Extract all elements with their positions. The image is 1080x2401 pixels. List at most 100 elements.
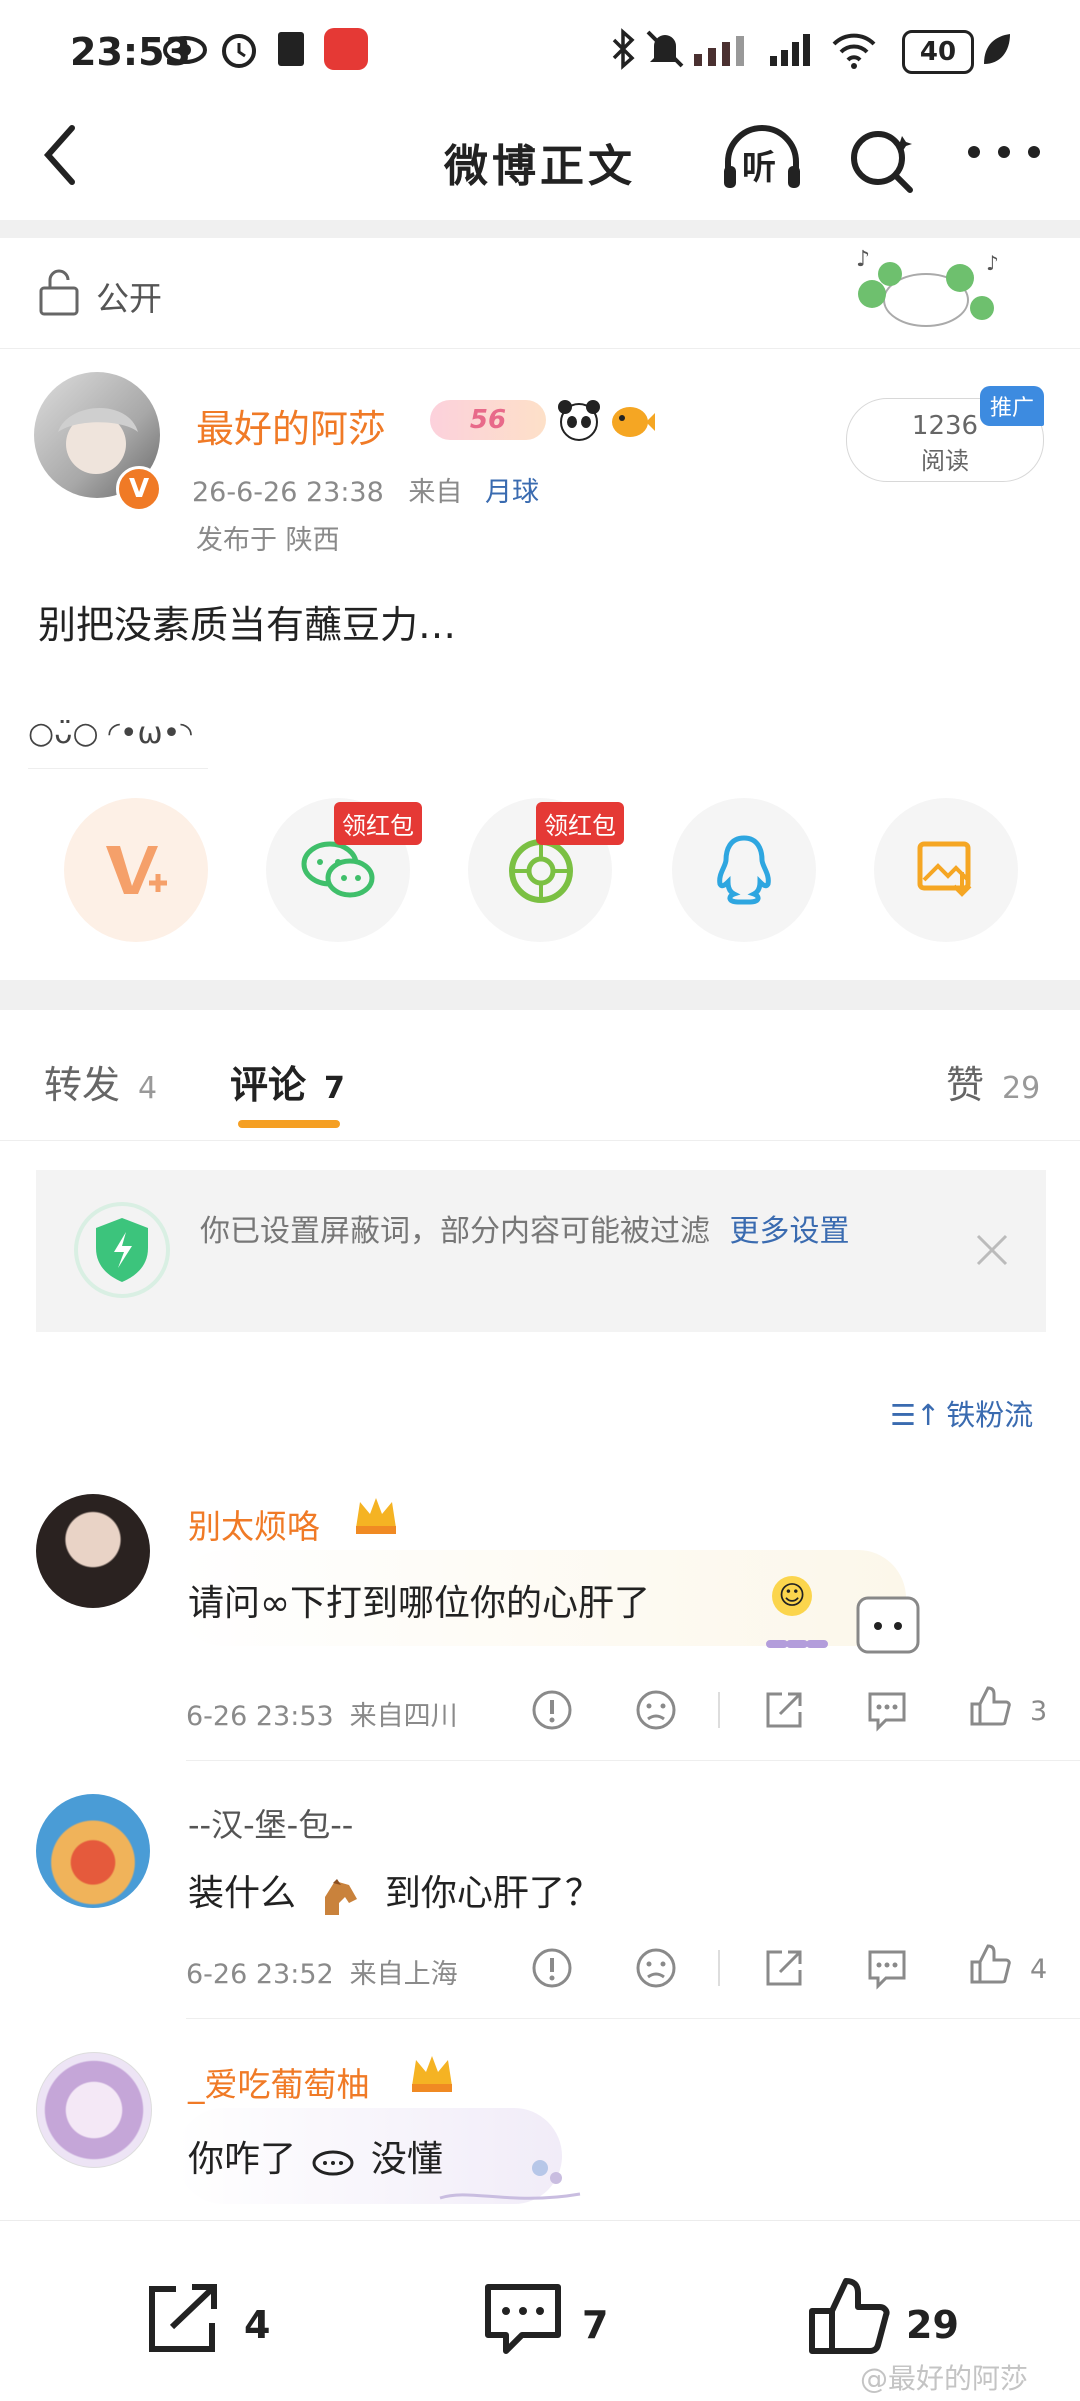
divider	[718, 1692, 720, 1728]
moments-icon	[509, 839, 573, 903]
like-icon[interactable]	[966, 1684, 1012, 1730]
tab-like-label: 赞	[946, 1063, 985, 1107]
notice-text: 你已设置屏蔽词，部分内容可能被过滤	[200, 1214, 710, 1249]
share-icon[interactable]	[762, 1688, 806, 1732]
commenter-avatar[interactable]	[36, 1794, 150, 1908]
comment-tabs: 转发 4 评论 7 赞 29	[0, 1010, 1080, 1141]
kaomoji-text: ○ᴗ̈○ ◜•ω•◝	[28, 716, 192, 751]
visibility-row: 公开 ♪ ♪	[0, 238, 1080, 349]
sort-button[interactable]: ☰↑ 铁粉流	[890, 1392, 1033, 1434]
tab-like[interactable]: 赞 29	[946, 1054, 1040, 1109]
tab-repost-label: 转发	[44, 1063, 121, 1107]
bottom-action-bar: 4 7 29 @最好的阿莎	[0, 2220, 1080, 2401]
like-icon[interactable]	[966, 1942, 1012, 1988]
dislike-face-icon[interactable]	[634, 1946, 678, 1990]
speech-emoji-icon	[311, 2146, 355, 2176]
post-meta: 26-6-26 23:38 来自 月球	[192, 470, 539, 509]
qq-icon	[717, 835, 771, 905]
tab-comment[interactable]: 评论 7	[230, 1054, 345, 1109]
like-icon	[809, 2278, 890, 2354]
bottom-like-count: 29	[906, 2303, 959, 2347]
filter-notice: 你已设置屏蔽词，部分内容可能被过滤 更多设置	[36, 1170, 1046, 1332]
crown-icon	[356, 1498, 396, 1534]
decoration-sticker	[439, 2160, 581, 2200]
read-label: 阅读	[921, 447, 969, 475]
qq-share-button[interactable]	[672, 798, 816, 942]
dislike-face-icon[interactable]	[634, 1688, 678, 1732]
commenter-name[interactable]: _爱吃葡萄柚	[188, 2058, 370, 2106]
comment-text-block: 装什么 到你心肝了？	[188, 1864, 601, 1916]
vplus-share-button[interactable]	[64, 798, 208, 942]
unlock-icon	[39, 269, 79, 316]
close-icon[interactable]	[974, 1232, 1010, 1268]
sort-icon: ☰↑	[890, 1398, 941, 1432]
sim-icon	[278, 32, 304, 66]
commenter-avatar[interactable]	[36, 2052, 152, 2168]
comment-source: 来自四川	[349, 1701, 458, 1732]
horse-emoji-icon	[315, 1875, 365, 1915]
post-source[interactable]: 月球	[485, 477, 539, 508]
divider	[0, 980, 1080, 1010]
leaf-icon	[984, 34, 1010, 64]
post-source-prefix: 来自	[408, 477, 463, 508]
shield-icon	[74, 1202, 170, 1298]
comment-text: 你咋了	[188, 2139, 297, 2180]
red-packet-badge: 领红包	[536, 802, 624, 845]
comment-icon[interactable]	[864, 1946, 910, 1990]
share-icon	[149, 2284, 217, 2352]
author-name[interactable]: 最好的阿莎	[196, 398, 386, 453]
bunny-sticker	[766, 1596, 920, 1654]
report-icon[interactable]	[530, 1946, 574, 1990]
comment-text: 装什么	[188, 1873, 297, 1914]
promo-badge: 推广	[980, 386, 1045, 426]
svg-text:♪: ♪	[986, 251, 999, 275]
sort-label: 铁粉流	[946, 1398, 1034, 1432]
save-image-button[interactable]	[874, 798, 1018, 942]
report-icon[interactable]	[530, 1688, 574, 1732]
comment-time: 6-26 23:53	[186, 1701, 334, 1732]
divider	[718, 1950, 720, 1986]
crown-icon	[412, 2056, 452, 2092]
notice-text-block: 你已设置屏蔽词，部分内容可能被过滤 更多设置	[200, 1208, 960, 1256]
divider	[186, 2018, 1080, 2019]
comment-text: 请问∞下打到哪位你的心肝了	[188, 1583, 650, 1624]
more-icon[interactable]	[964, 142, 1044, 162]
fish-icon	[612, 407, 655, 437]
eye-icon	[163, 36, 207, 64]
more-settings-link[interactable]: 更多设置	[730, 1214, 850, 1249]
like-count: 3	[1030, 1696, 1048, 1727]
svg-text:♪: ♪	[856, 247, 870, 272]
commenter-name[interactable]: 别太烦咯	[188, 1500, 320, 1548]
search-icon[interactable]	[846, 124, 918, 196]
red-packet-badge: 领红包	[334, 802, 422, 845]
watermark: @最好的阿莎	[860, 2362, 1029, 2395]
comment-source: 来自上海	[349, 1959, 458, 1990]
commenter-avatar[interactable]	[36, 1494, 150, 1608]
listen-button[interactable]: 听	[720, 122, 804, 196]
verified-badge-icon: V	[116, 466, 162, 512]
bottom-repost-count: 4	[244, 2303, 271, 2347]
comment-meta: 6-26 23:52 来自上海	[186, 1952, 458, 1991]
bluetooth-icon	[612, 28, 635, 70]
wifi-icon	[832, 33, 876, 69]
comment-time: 6-26 23:52	[186, 1959, 334, 1990]
commenter-name[interactable]: --汉-堡-包--	[188, 1800, 353, 1846]
post-date: 26-6-26 23:38	[192, 477, 384, 508]
page-title: 微博正文	[444, 141, 636, 192]
tab-repost-count: 4	[138, 1071, 158, 1106]
vplus-icon	[106, 846, 167, 894]
tab-repost[interactable]: 转发 4	[44, 1054, 157, 1109]
comment-text-continued: 到你心肝了？	[384, 1873, 601, 1914]
share-icon[interactable]	[762, 1946, 806, 1990]
xiaohongshu-icon	[324, 28, 368, 70]
status-bar: 23:53 40	[0, 0, 1080, 100]
battery-indicator: 40	[902, 30, 974, 74]
post-location: 发布于 陕西	[196, 525, 340, 556]
comment-meta: 6-26 23:53 来自四川	[186, 1694, 458, 1733]
comment-icon	[485, 2284, 561, 2354]
tab-comment-count: 7	[324, 1071, 345, 1106]
level-badge: 56	[430, 400, 546, 440]
comment-icon[interactable]	[864, 1688, 910, 1732]
panda-icon	[558, 400, 600, 441]
comment-text-block: 你咋了 没懂	[188, 2130, 443, 2182]
